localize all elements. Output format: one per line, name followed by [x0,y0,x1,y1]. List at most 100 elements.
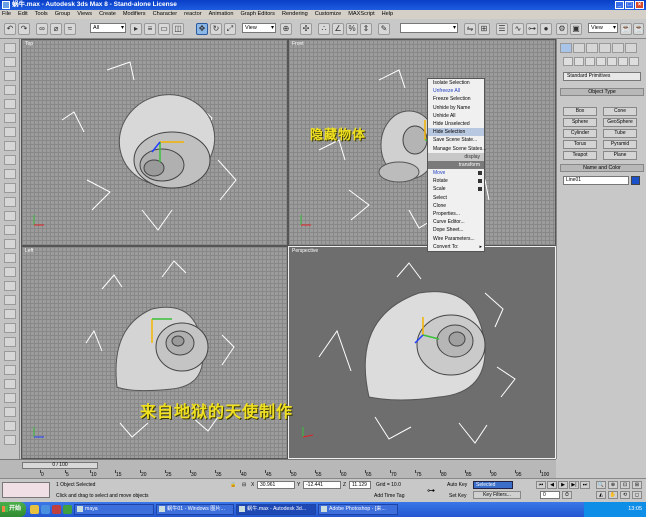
maxscript-listener[interactable] [2,482,50,498]
menu-item-clone[interactable]: Clone [428,202,484,210]
settings-box-icon[interactable] [478,179,482,184]
viewport-perspective[interactable]: Perspective [288,246,556,459]
tool-icon[interactable] [4,323,16,333]
minimize-button[interactable]: _ [615,1,624,9]
lights-icon[interactable] [585,57,595,66]
tool-icon[interactable] [4,71,16,81]
maximize-button[interactable]: □ [625,1,634,9]
menu-item-move[interactable]: Move [428,169,484,177]
layer-manager-icon[interactable]: ☰ [496,23,508,35]
menu-character[interactable]: Character [153,10,178,19]
settings-box-icon[interactable] [478,187,482,192]
pan-icon[interactable]: ✋ [608,491,618,499]
menu-item-freeze-selection[interactable]: Freeze Selection [428,95,484,103]
tool-icon[interactable] [4,127,16,137]
maximize-viewport-icon[interactable]: ◻ [632,491,642,499]
cylinder-button[interactable]: Cylinder [563,129,597,138]
menu-maxscript[interactable]: MAXScript [348,10,374,19]
viewport-front[interactable]: Front 隐藏物体 [288,39,556,246]
tool-icon[interactable] [4,99,16,109]
schematic-view-icon[interactable]: ⊶ [526,23,538,35]
geosphere-button[interactable]: GeoSphere [603,118,637,127]
menu-item-manage-scene-states[interactable]: Manage Scene States... [428,145,486,153]
tool-icon[interactable] [4,267,16,277]
tool-icon[interactable] [4,365,16,375]
menu-views[interactable]: Views [77,10,92,19]
taskbar-item-3dsmax[interactable]: 蜗牛.max - Autodesk 3d... [236,504,316,515]
motion-tab-icon[interactable] [599,43,611,53]
object-color-swatch[interactable] [631,176,640,185]
timeline-ruler[interactable]: 0 5 10 15 20 25 30 35 40 45 50 55 60 65 70 75 80 85 90 95 10… [40,470,554,478]
cone-button[interactable]: Cone [603,107,637,116]
snap-toggle-icon[interactable]: ∴ [318,23,330,35]
z-coordinate-field[interactable]: 11.129 [349,481,371,489]
primitive-category-dropdown[interactable]: Standard Primitives [563,72,641,81]
y-coordinate-field[interactable]: -12.441 [303,481,341,489]
key-selection-dropdown[interactable]: Selected [473,481,513,489]
named-selection-icon[interactable]: ✎ [378,23,390,35]
sphere-button[interactable]: Sphere [563,118,597,127]
tool-icon[interactable] [4,295,16,305]
tool-icon[interactable] [4,253,16,263]
menu-create[interactable]: Create [99,10,116,19]
tool-icon[interactable] [4,351,16,361]
selection-filter-dropdown[interactable]: All [90,23,126,33]
go-to-end-icon[interactable]: ⏭ [580,481,590,489]
menu-item-unhide-by-name[interactable]: Unhide by Name [428,104,484,112]
field-of-view-icon[interactable]: ◭ [596,491,606,499]
next-frame-icon[interactable]: ▶| [569,481,579,489]
menu-animation[interactable]: Animation [209,10,234,19]
add-time-tag-button[interactable]: Add Time Tag [374,493,404,499]
menu-item-dope-sheet[interactable]: Dope Sheet... [428,226,484,234]
tool-icon[interactable] [4,421,16,431]
viewport-left[interactable]: Left [21,246,288,459]
percent-snap-icon[interactable]: % [346,23,358,35]
tool-icon[interactable] [4,57,16,67]
taskbar-item-photoshop[interactable]: Adobe Photoshop - [来... [318,504,398,515]
viewport-top[interactable]: Top [21,39,288,246]
quick-render-active-icon[interactable]: ☕ [633,23,644,35]
named-selection-sets-dropdown[interactable] [400,23,458,33]
rotate-icon[interactable]: ↻ [210,23,222,35]
tool-icon[interactable] [4,169,16,179]
render-setup-icon[interactable]: ⚙ [556,23,568,35]
lock-selection-icon[interactable]: 🔒 [230,482,236,488]
menu-graph-editors[interactable]: Graph Editors [240,10,275,19]
tool-icon[interactable] [4,225,16,235]
box-button[interactable]: Box [563,107,597,116]
select-by-name-icon[interactable]: ≡ [144,23,156,35]
align-icon[interactable]: ⊞ [478,23,490,35]
menu-item-curve-editor[interactable]: Curve Editor... [428,218,484,226]
menu-item-select[interactable]: Select [428,194,484,202]
move-icon[interactable]: ✥ [196,23,208,35]
menu-item-unhide-all[interactable]: Unhide All [428,112,484,120]
redo-icon[interactable]: ↷ [18,23,30,35]
menu-item-isolate-selection[interactable]: Isolate Selection [428,79,484,87]
display-tab-icon[interactable] [612,43,624,53]
tool-icon[interactable] [4,337,16,347]
previous-frame-icon[interactable]: ◀ [547,481,557,489]
settings-box-icon[interactable] [478,171,482,176]
tool-icon[interactable] [4,435,16,445]
cameras-icon[interactable] [596,57,606,66]
rect-selection-icon[interactable]: ▭ [158,23,170,35]
shapes-icon[interactable] [574,57,584,66]
spacewarps-icon[interactable] [618,57,628,66]
tool-icon[interactable] [4,197,16,207]
start-button[interactable]: 开始 [0,502,26,517]
pyramid-button[interactable]: Pyramid [603,140,637,149]
render-frame-icon[interactable]: ▣ [570,23,582,35]
tool-icon[interactable] [4,85,16,95]
quicklaunch-icon[interactable] [52,505,61,514]
zoom-icon[interactable]: 🔍 [596,481,606,489]
hierarchy-tab-icon[interactable] [586,43,598,53]
utilities-tab-icon[interactable] [625,43,637,53]
quick-render-icon[interactable]: ☕ [620,23,632,35]
tool-icon[interactable] [4,155,16,165]
zoom-extents-icon[interactable]: ⊡ [620,481,630,489]
orbit-icon[interactable]: ⟲ [620,491,630,499]
select-object-icon[interactable]: ▸ [130,23,142,35]
menu-file[interactable]: File [2,10,11,19]
menu-item-save-scene-state[interactable]: Save Scene State... [428,136,484,144]
zoom-extents-all-icon[interactable]: ⊞ [632,481,642,489]
